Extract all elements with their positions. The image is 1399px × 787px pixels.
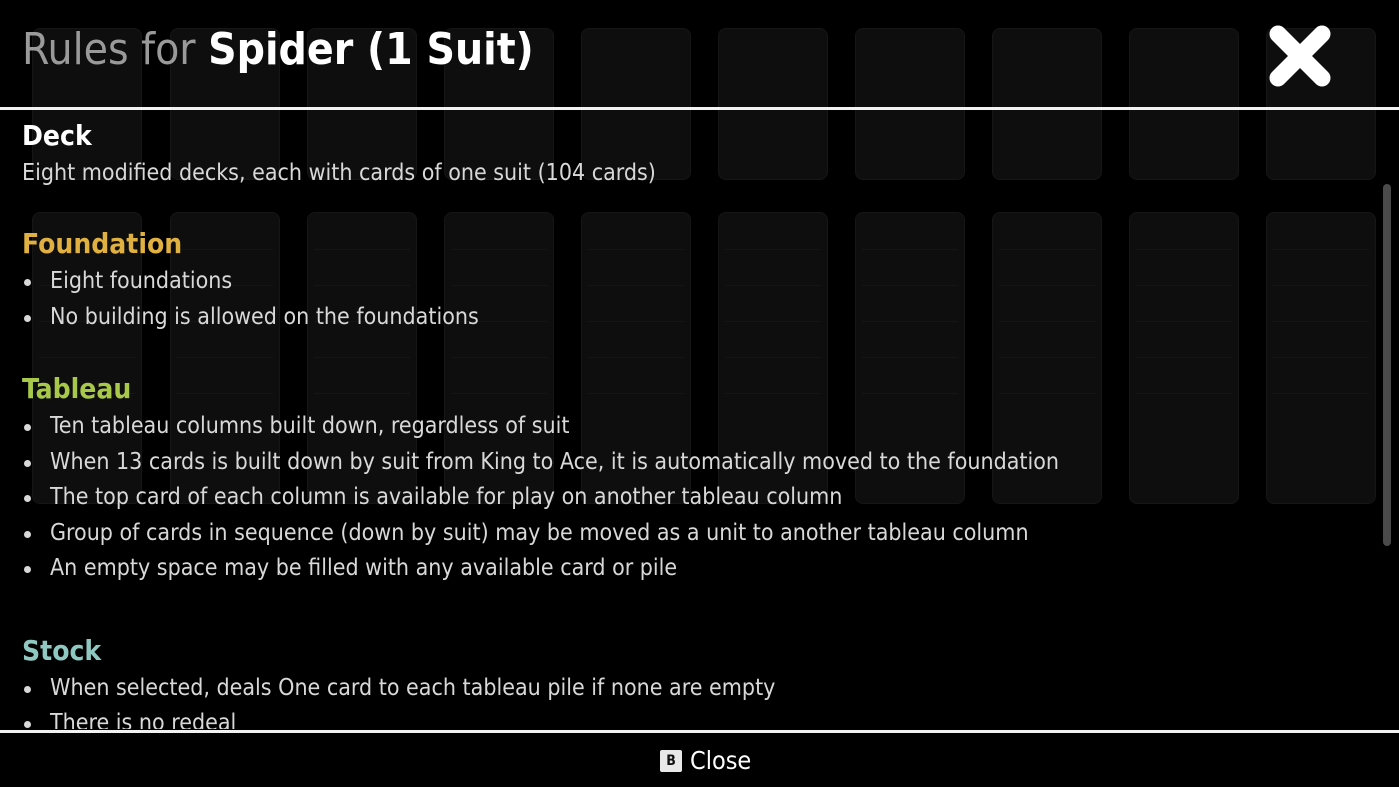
deck-description: Eight modified decks, each with cards of… bbox=[22, 160, 656, 186]
title-bar: Rules for Spider (1 Suit) bbox=[0, 0, 1399, 107]
list-item: When 13 cards is built down by suit from… bbox=[22, 445, 1372, 481]
list-item: When selected, deals One card to each ta… bbox=[22, 671, 1372, 707]
list-item: Group of cards in sequence (down by suit… bbox=[22, 516, 1372, 552]
list-item: Ten tableau columns built down, regardle… bbox=[22, 409, 1372, 445]
tableau-heading: Tableau bbox=[22, 372, 132, 405]
b-key-icon: B bbox=[660, 749, 682, 772]
rules-dialog: Rules for Spider (1 Suit) Deck Eight mod… bbox=[0, 0, 1399, 787]
list-item: The top card of each column is available… bbox=[22, 480, 1372, 516]
deck-heading: Deck bbox=[22, 119, 92, 152]
rules-content[interactable]: Deck Eight modified decks, each with car… bbox=[22, 112, 1372, 729]
foundation-heading: Foundation bbox=[22, 227, 183, 260]
foundation-rules: Eight foundations No building is allowed… bbox=[22, 264, 1372, 335]
page-title: Rules for Spider (1 Suit) bbox=[22, 22, 534, 78]
close-x-icon[interactable] bbox=[1266, 22, 1334, 90]
list-item: There is no redeal bbox=[22, 706, 1372, 729]
scrollbar[interactable] bbox=[1383, 184, 1391, 546]
title-prefix: Rules for bbox=[22, 24, 209, 75]
title-game-name: Spider (1 Suit) bbox=[208, 24, 534, 75]
close-label: Close bbox=[690, 746, 752, 775]
stock-rules: When selected, deals One card to each ta… bbox=[22, 671, 1372, 729]
list-item: An empty space may be filled with any av… bbox=[22, 551, 1372, 587]
close-button[interactable]: B Close bbox=[660, 746, 751, 775]
tableau-rules: Ten tableau columns built down, regardle… bbox=[22, 409, 1372, 587]
top-divider bbox=[0, 107, 1399, 110]
list-item: Eight foundations bbox=[22, 264, 1372, 300]
list-item: No building is allowed on the foundation… bbox=[22, 300, 1372, 336]
footer-bar: B Close bbox=[0, 733, 1399, 787]
stock-heading: Stock bbox=[22, 633, 102, 667]
